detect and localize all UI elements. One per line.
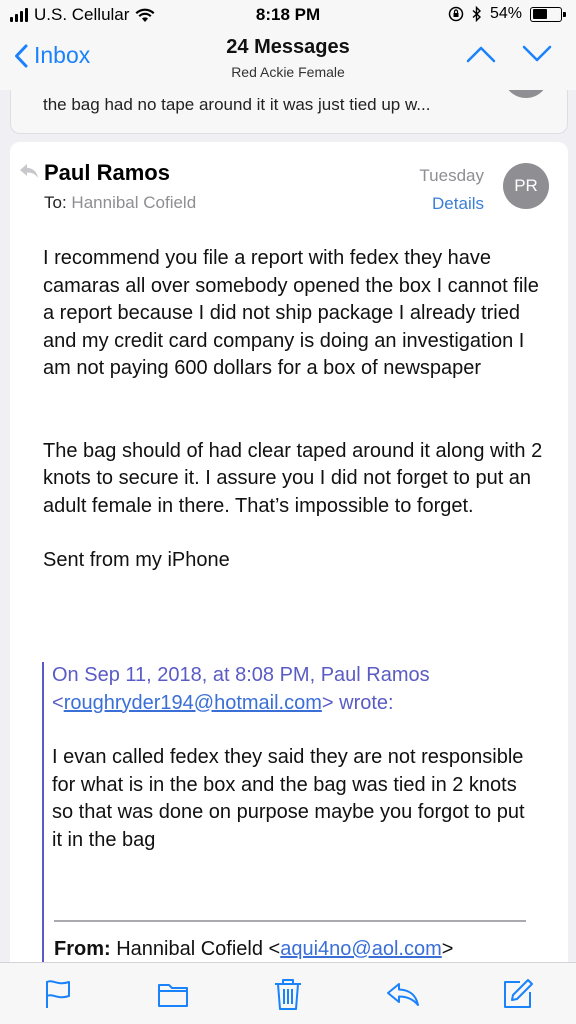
previous-message-icon[interactable] [466,44,496,64]
message-date: Tuesday [419,166,484,185]
quote-divider [54,920,526,922]
thread-subject: Red Ackie Female [231,64,345,80]
from-name: Hannibal Cofield < [110,938,281,960]
quote-header-suffix: > wrote: [321,691,394,714]
quote-body: I evan called fedex they said they are n… [52,746,525,851]
forward-from-line: From: Hannibal Cofield <aqui4no@aol.com> [54,938,453,961]
bottom-toolbar [0,962,576,1024]
reply-icon [387,982,420,1006]
message-card: Paul Ramos To: Hannibal Cofield Tuesday … [10,142,568,962]
quote-sender-email-link[interactable]: roughryder194@hotmail.com [64,692,322,714]
battery-icon [530,6,566,22]
previous-sender-avatar: PR [503,90,549,98]
from-suffix: > [441,938,454,960]
rotation-lock-icon [448,6,464,22]
previous-message-preview: the bag had no tape around it it was jus… [43,95,431,114]
recipient-line: To: Hannibal Cofield [44,193,196,213]
body-paragraph-2: The bag should of had clear taped around… [43,439,543,517]
message-nav-arrows [466,44,552,64]
compose-icon [504,978,534,1008]
flag-button[interactable] [38,974,78,1014]
flag-icon [45,979,70,1008]
move-to-folder-button[interactable] [153,974,193,1014]
recipient-name[interactable]: Hannibal Cofield [71,193,196,212]
quoted-message: On Sep 11, 2018, at 8:08 PM, Paul Ramos … [42,662,528,962]
compose-button[interactable] [498,974,538,1014]
from-email-link[interactable]: aqui4no@aol.com [280,938,442,960]
message-body: I recommend you file a report with fedex… [43,245,553,575]
previous-message-card[interactable]: the bag had no tape around it it was jus… [10,90,568,134]
body-paragraph-1: I recommend you file a report with fedex… [43,247,539,379]
reply-button[interactable] [383,974,423,1014]
details-link[interactable]: Details [432,194,484,214]
nav-bar: Inbox 24 Messages Red Ackie Female [0,30,576,90]
trash-icon [274,978,301,1010]
status-bar: U.S. Cellular 8:18 PM 54% [0,0,576,30]
replied-indicator-icon [20,164,38,178]
next-message-icon[interactable] [522,44,552,64]
sender-avatar: PR [503,163,549,209]
quote-header: On Sep 11, 2018, at 8:08 PM, Paul Ramos … [52,662,528,717]
folder-icon [157,983,188,1007]
from-label: From: [54,938,111,960]
status-right: 54% [448,5,566,23]
sender-name: Paul Ramos [44,160,170,185]
bluetooth-icon [472,6,481,22]
trash-button[interactable] [268,974,308,1014]
signature: Sent from my iPhone [43,549,230,571]
battery-percent: 54% [489,5,522,22]
to-label: To: [44,193,67,212]
